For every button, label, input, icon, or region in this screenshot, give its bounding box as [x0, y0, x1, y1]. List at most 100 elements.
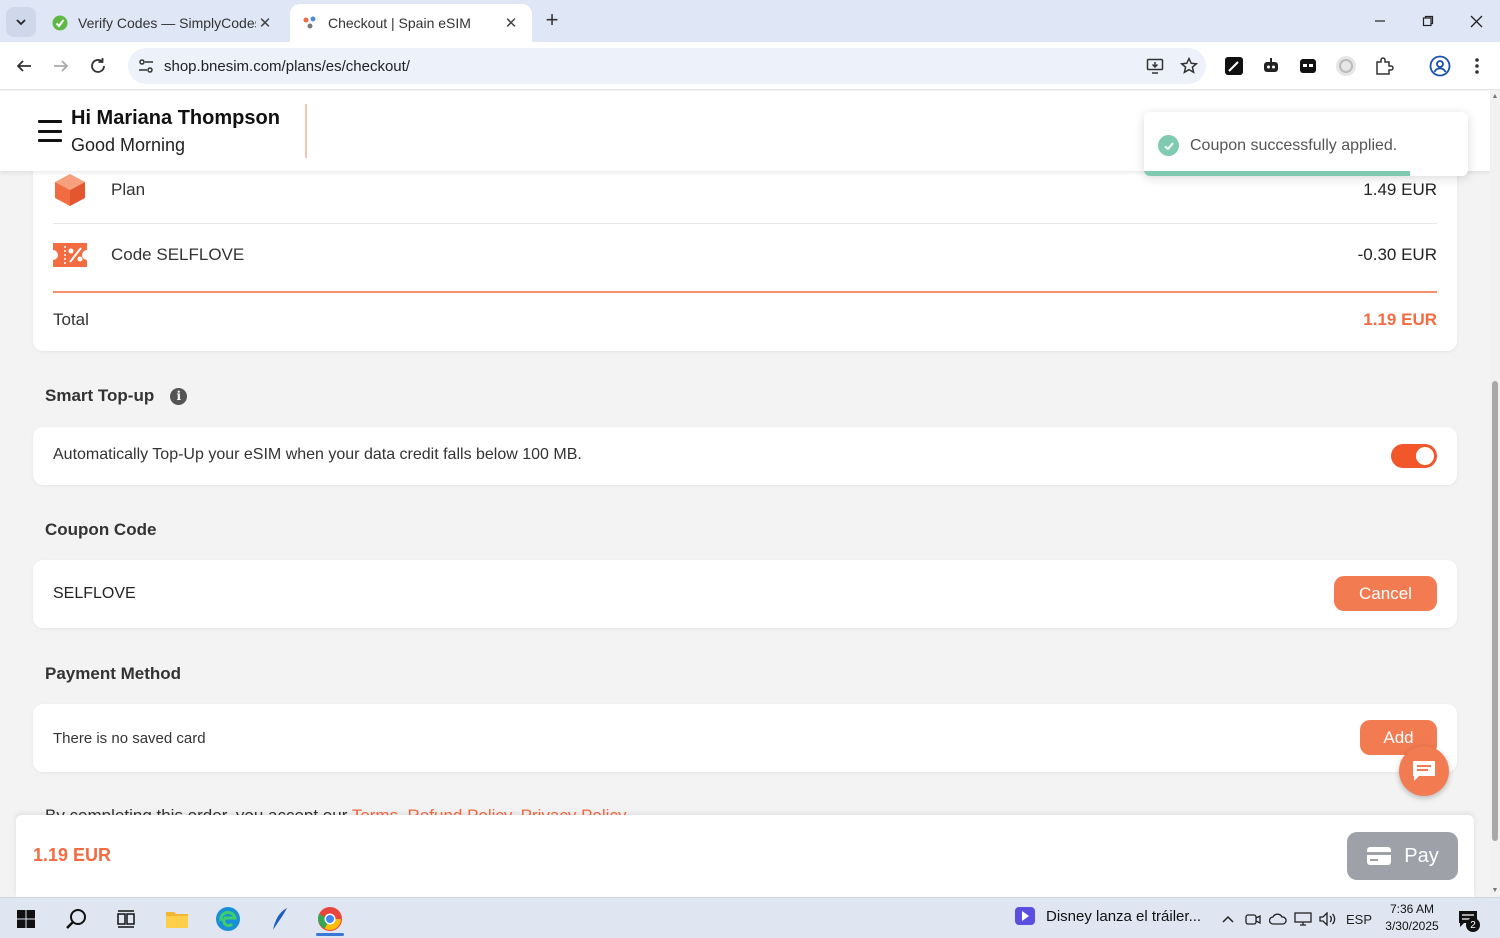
coupon-line-label: Code SELFLOVE: [111, 245, 245, 264]
minimize-button[interactable]: [1356, 0, 1404, 42]
pay-bar: 1.19 EUR Pay: [16, 815, 1474, 897]
bookmark-star-icon[interactable]: [1172, 57, 1206, 75]
browser-tab-strip: Verify Codes — SimplyCodes ✕ Checkout | …: [0, 0, 1500, 42]
feather-app-button[interactable]: [260, 902, 300, 936]
browser-toolbar: shop.bnesim.com/plans/es/checkout/: [0, 42, 1500, 90]
restore-icon: [1422, 15, 1434, 27]
edge-button[interactable]: [208, 902, 248, 936]
tab-checkout[interactable]: Checkout | Spain eSIM ✕: [290, 4, 532, 42]
menu-icon[interactable]: [38, 120, 62, 142]
smart-topup-toggle[interactable]: [1391, 444, 1437, 468]
toast-progress-bar: [1144, 171, 1410, 176]
chrome-button[interactable]: [310, 902, 350, 936]
edge-browser-icon: [216, 907, 240, 931]
feather-icon: [273, 908, 287, 930]
tab-title: Verify Codes — SimplyCodes: [78, 15, 256, 31]
volume-icon[interactable]: [1316, 908, 1340, 930]
system-clock[interactable]: 7:36 AM 3/30/2025: [1378, 901, 1446, 935]
payment-method-heading: Payment Method: [45, 664, 181, 684]
chrome-icon: [318, 907, 342, 931]
taskbar-search-button[interactable]: [56, 902, 96, 936]
chat-icon: [1413, 761, 1435, 781]
coupon-code-heading: Coupon Code: [45, 520, 156, 540]
url-text[interactable]: shop.bnesim.com/plans/es/checkout/: [164, 58, 1138, 75]
tab-search-button[interactable]: [6, 7, 36, 37]
simplycodes-favicon-icon: [52, 15, 68, 31]
reload-button[interactable]: [84, 52, 112, 80]
info-icon[interactable]: i: [170, 387, 188, 405]
arrow-right-icon: [54, 60, 69, 72]
start-button[interactable]: [6, 902, 46, 936]
close-tab-icon[interactable]: ✕: [256, 14, 274, 32]
applied-coupon-code: SELFLOVE: [53, 585, 136, 602]
clock-time: 7:36 AM: [1389, 902, 1435, 916]
back-button[interactable]: [10, 52, 38, 80]
folder-icon: [166, 912, 188, 928]
reload-icon: [91, 58, 105, 73]
chat-button[interactable]: [1399, 746, 1449, 796]
pay-button[interactable]: Pay: [1347, 832, 1458, 880]
address-bar[interactable]: shop.bnesim.com/plans/es/checkout/: [128, 48, 1206, 84]
page-scrollbar[interactable]: ▲ ▼: [1490, 91, 1500, 897]
extension-robot-icon[interactable]: [1259, 54, 1283, 78]
header-divider: [305, 104, 307, 158]
show-hidden-icons-icon[interactable]: [1216, 908, 1240, 930]
extension-pen-icon[interactable]: [1222, 54, 1246, 78]
windows-logo-icon: [17, 910, 35, 928]
profile-avatar-icon[interactable]: [1428, 54, 1452, 78]
restore-button[interactable]: [1404, 0, 1452, 42]
summary-row-plan: Plan 1.49 EUR: [53, 173, 1437, 207]
close-window-button[interactable]: [1452, 0, 1500, 42]
greeting-subtitle: Good Morning: [71, 135, 186, 155]
payment-method-card: There is no saved card Add: [33, 704, 1457, 772]
credit-card-icon: [1367, 847, 1392, 865]
checkout-page: Hi Mariana Thompson Good Morning Plan 1.…: [0, 91, 1490, 897]
browser-menu-icon[interactable]: [1465, 54, 1489, 78]
no-saved-card-text: There is no saved card: [53, 730, 206, 747]
clock-date: 3/30/2025: [1385, 919, 1439, 933]
file-explorer-button[interactable]: [157, 902, 197, 936]
input-language[interactable]: ESP: [1346, 908, 1372, 930]
plan-label: Plan: [111, 180, 146, 199]
scrollbar-thumb[interactable]: [1492, 381, 1498, 841]
greeting-name: Hi Mariana Thompson: [71, 107, 280, 129]
pay-button-label: Pay: [1404, 844, 1439, 867]
onedrive-cloud-icon[interactable]: [1266, 908, 1290, 930]
check-circle-icon: [1158, 135, 1179, 156]
chevron-down-icon: [16, 19, 26, 26]
plan-price: 1.49 EUR: [1363, 180, 1437, 199]
meet-camera-icon[interactable]: [1241, 908, 1265, 930]
task-view-button[interactable]: [106, 902, 146, 936]
scroll-up-icon[interactable]: ▲: [1491, 93, 1499, 101]
pay-amount: 1.19 EUR: [33, 845, 112, 865]
close-tab-icon[interactable]: ✕: [502, 14, 520, 32]
extension-mask-icon[interactable]: [1296, 54, 1320, 78]
forward-button[interactable]: [47, 52, 75, 80]
coupon-code-card: SELFLOVE Cancel: [33, 560, 1457, 628]
install-app-icon[interactable]: [1138, 57, 1172, 75]
smart-topup-card: Automatically Top-Up your eSIM when your…: [33, 427, 1457, 485]
extensions-puzzle-icon[interactable]: [1372, 54, 1396, 78]
package-box-icon: [53, 173, 111, 207]
news-play-icon: [1015, 907, 1035, 925]
cancel-coupon-button[interactable]: Cancel: [1334, 576, 1437, 611]
new-tab-button[interactable]: +: [540, 9, 564, 33]
smart-topup-title: Smart Top-up: [45, 386, 155, 405]
divider-accent: [53, 291, 1437, 293]
news-widget[interactable]: Disney lanza el tráiler...: [1014, 906, 1201, 926]
coupon-discount-value: -0.30 EUR: [1357, 245, 1437, 264]
scroll-down-icon[interactable]: ▼: [1491, 887, 1499, 895]
discount-ticket-icon: [53, 243, 111, 267]
task-view-icon: [117, 910, 135, 928]
windows-taskbar: Disney lanza el tráiler... ESP 7:36 AM 3…: [0, 897, 1500, 938]
network-icon[interactable]: [1291, 908, 1315, 930]
total-value: 1.19 EUR: [1363, 310, 1437, 329]
total-label: Total: [53, 310, 89, 329]
coupon-code-title: Coupon Code: [45, 520, 157, 539]
news-headline: Disney lanza el tráiler...: [1046, 907, 1202, 925]
site-settings-icon[interactable]: [128, 58, 164, 74]
extension-circle-icon[interactable]: [1334, 54, 1358, 78]
notification-center-button[interactable]: 2: [1454, 906, 1482, 932]
toast-message: Coupon successfully applied.: [1190, 137, 1398, 154]
tab-simplycodes[interactable]: Verify Codes — SimplyCodes ✕: [40, 4, 286, 42]
